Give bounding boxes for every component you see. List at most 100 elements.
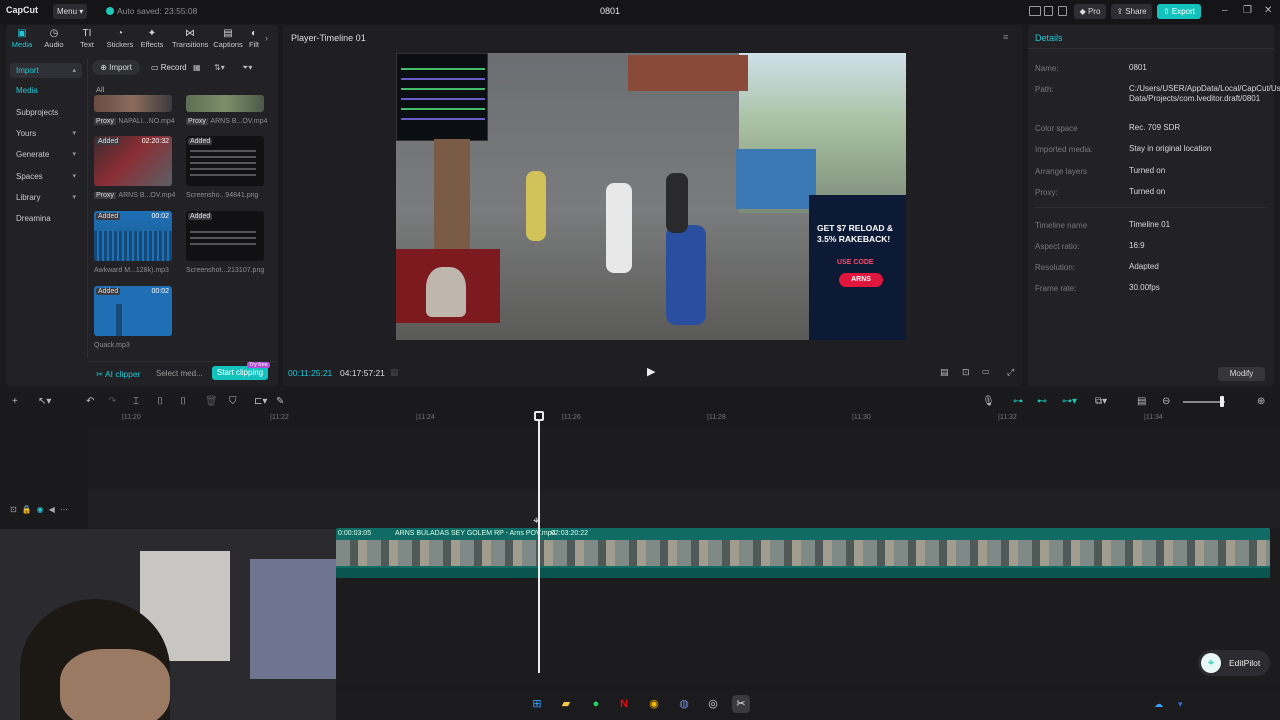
split-right-icon[interactable]: ⌷	[180, 396, 186, 407]
select-media-field[interactable]: Select med...	[156, 369, 203, 378]
minimize-icon[interactable]: –	[1222, 5, 1228, 16]
preview-axis-icon[interactable]: ⊶▾	[1062, 396, 1077, 407]
media-thumbnail	[94, 95, 172, 112]
layout-icon[interactable]	[1029, 6, 1041, 16]
shortcut-icon[interactable]	[1058, 6, 1067, 16]
pro-button[interactable]: ◆ Pro	[1074, 4, 1106, 19]
sidebar-item-yours[interactable]: Yours ▾	[10, 126, 82, 141]
player-menu-icon[interactable]: ≡	[1003, 32, 1008, 42]
spotify-icon[interactable]: ●	[587, 695, 605, 713]
delete-icon[interactable]: 🗑	[205, 396, 218, 407]
split-left-icon[interactable]: ⌷	[157, 396, 163, 407]
undo-icon[interactable]: ↶	[86, 396, 94, 407]
detail-label: Color space	[1035, 124, 1078, 133]
track-cover-icon[interactable]: ⊡	[10, 505, 22, 514]
microphone-icon[interactable]: 🎙	[982, 396, 995, 407]
tab-effects[interactable]: ✦ Effects	[136, 28, 168, 50]
sidebar-item-spaces[interactable]: Spaces ▾	[10, 169, 82, 184]
tab-audio[interactable]: ◷ Audio	[38, 28, 70, 50]
link-icon[interactable]: ⊷	[1037, 396, 1047, 407]
tab-stickers[interactable]: ◔ Stickers	[104, 28, 136, 50]
playhead-handle[interactable]	[534, 411, 544, 421]
playhead[interactable]	[538, 411, 540, 673]
timeline-ruler[interactable]: |11:20 |11:22 |11:24 |11:26 |11:28 |11:3…	[90, 411, 1280, 427]
media-item[interactable]: Proxy NAPALI...NO.mp4	[94, 95, 175, 125]
grid-view-icon[interactable]: ▦	[193, 63, 201, 72]
quality-icon[interactable]: ▤	[940, 367, 949, 378]
more-icon[interactable]: ⋯	[60, 505, 73, 514]
timeline-marker-icon[interactable]: ▦	[390, 367, 399, 378]
fullscreen-icon[interactable]: ⤢	[1007, 367, 1014, 378]
tab-transitions[interactable]: ⋈ Transitions	[172, 28, 208, 50]
tray-cloud-icon[interactable]: ☁	[1154, 699, 1163, 710]
caption-track-icon[interactable]: ▤	[1137, 396, 1146, 407]
track-lane[interactable]	[88, 490, 1280, 528]
add-track-icon[interactable]: +	[12, 396, 18, 407]
sort-icon[interactable]: ⇅▾	[214, 63, 225, 72]
obs-icon[interactable]: ◎	[704, 695, 722, 713]
record-button[interactable]: ▭ Record	[151, 63, 187, 72]
discord-icon[interactable]: ◍	[675, 695, 693, 713]
pen-icon[interactable]: ✎	[276, 396, 284, 407]
panel-icon[interactable]	[1044, 6, 1053, 16]
media-item[interactable]: Added 00:02 Quack.mp3	[94, 286, 172, 349]
lock-icon[interactable]: 🔒	[22, 505, 37, 514]
menu-button[interactable]: Menu ▾	[53, 4, 87, 19]
fit-icon[interactable]: ⧉▾	[1095, 396, 1107, 407]
media-item[interactable]: Added Screenshot...213107.png	[186, 211, 264, 274]
sidebar-item-library[interactable]: Library ▾	[10, 190, 82, 205]
zoom-in-icon[interactable]: ⊕	[1257, 396, 1265, 407]
media-item[interactable]: Added 00:02 Awkward M...128k).mp3	[94, 211, 172, 274]
sidebar-item-subprojects[interactable]: Subprojects	[10, 105, 82, 120]
split-icon[interactable]: ⌶	[133, 396, 139, 407]
chrome-icon[interactable]: ◉	[645, 695, 663, 713]
magnet-icon[interactable]: ⊶	[1013, 396, 1023, 407]
restore-icon[interactable]: ❐	[1243, 5, 1252, 16]
filter-icon[interactable]: ⏷▾	[242, 63, 252, 73]
detail-label: Arrange layers	[1035, 167, 1088, 176]
capcut-taskbar-icon[interactable]: ✂	[732, 695, 750, 713]
shield-icon[interactable]: ⛉	[229, 396, 237, 407]
close-icon[interactable]: ✕	[1264, 5, 1272, 16]
tab-media[interactable]: ▣ Media	[6, 28, 38, 50]
media-item[interactable]: Proxy ARNS B...OV.mp4	[186, 95, 267, 125]
share-button[interactable]: ⇪ Share	[1111, 4, 1152, 19]
speaker-icon[interactable]: ◀	[49, 505, 60, 514]
sidebar-item-dreamina[interactable]: Dreamina	[10, 211, 82, 226]
stickers-icon: ◔	[116, 28, 124, 39]
video-preview[interactable]: GET $7 RELOAD & 3.5% RAKEBACK! USE CODE …	[396, 53, 906, 340]
modify-button[interactable]: Modify	[1218, 367, 1265, 381]
start-clipping-button[interactable]: Start clipping	[212, 366, 268, 380]
playhead-crosshair-icon[interactable]: ⌖	[533, 513, 540, 528]
zoom-slider[interactable]	[1183, 401, 1225, 403]
crop-icon[interactable]: ⊡	[962, 367, 970, 378]
sidebar-item-import[interactable]: Import ▴	[10, 63, 82, 78]
media-icon: ▣	[17, 28, 27, 39]
media-item[interactable]: Added 02:20:32 Proxy ARNS B...OV.mp4	[94, 136, 175, 199]
netflix-icon[interactable]: N	[615, 695, 633, 713]
media-item[interactable]: Added Screensho...94841.png	[186, 136, 264, 199]
trim-icon[interactable]: ⊏▾	[254, 396, 267, 407]
eye-icon[interactable]: ◉	[37, 505, 49, 514]
tab-captions[interactable]: ▤ Captions	[211, 28, 245, 50]
chat-lines	[401, 68, 485, 70]
select-tool-icon[interactable]: ↖▾	[38, 396, 51, 407]
windows-start-icon[interactable]: ⊞	[528, 695, 546, 713]
tabs-scroll-right-icon[interactable]: ›	[265, 33, 268, 43]
zoom-out-icon[interactable]: ⊖	[1162, 396, 1170, 407]
zoom-slider-handle[interactable]	[1220, 396, 1224, 407]
ai-clipper-button[interactable]: ✂ AI clipper	[96, 369, 140, 380]
export-button[interactable]: ⇧ Export	[1157, 4, 1201, 19]
play-icon[interactable]: ▶	[647, 365, 655, 378]
file-explorer-icon[interactable]: ▰	[557, 695, 575, 713]
tab-text[interactable]: TI Text	[71, 28, 103, 50]
tray-app-icon[interactable]: ▾	[1178, 699, 1183, 710]
tab-filters[interactable]: ◐ Filt	[246, 28, 262, 50]
video-clip[interactable]: 0:00:03:05 ARNS BULADAS SEY GOLEM RP - A…	[336, 528, 1270, 578]
sidebar-item-generate[interactable]: Generate ▾	[10, 147, 82, 162]
sidebar-item-media[interactable]: Media	[10, 83, 82, 98]
redo-icon[interactable]: ↷	[108, 396, 116, 407]
editpilot-button[interactable]: ⌖ EditPilot	[1198, 650, 1270, 676]
import-button[interactable]: ⊕ Import	[92, 60, 140, 75]
ratio-icon[interactable]: ▭	[982, 367, 990, 376]
